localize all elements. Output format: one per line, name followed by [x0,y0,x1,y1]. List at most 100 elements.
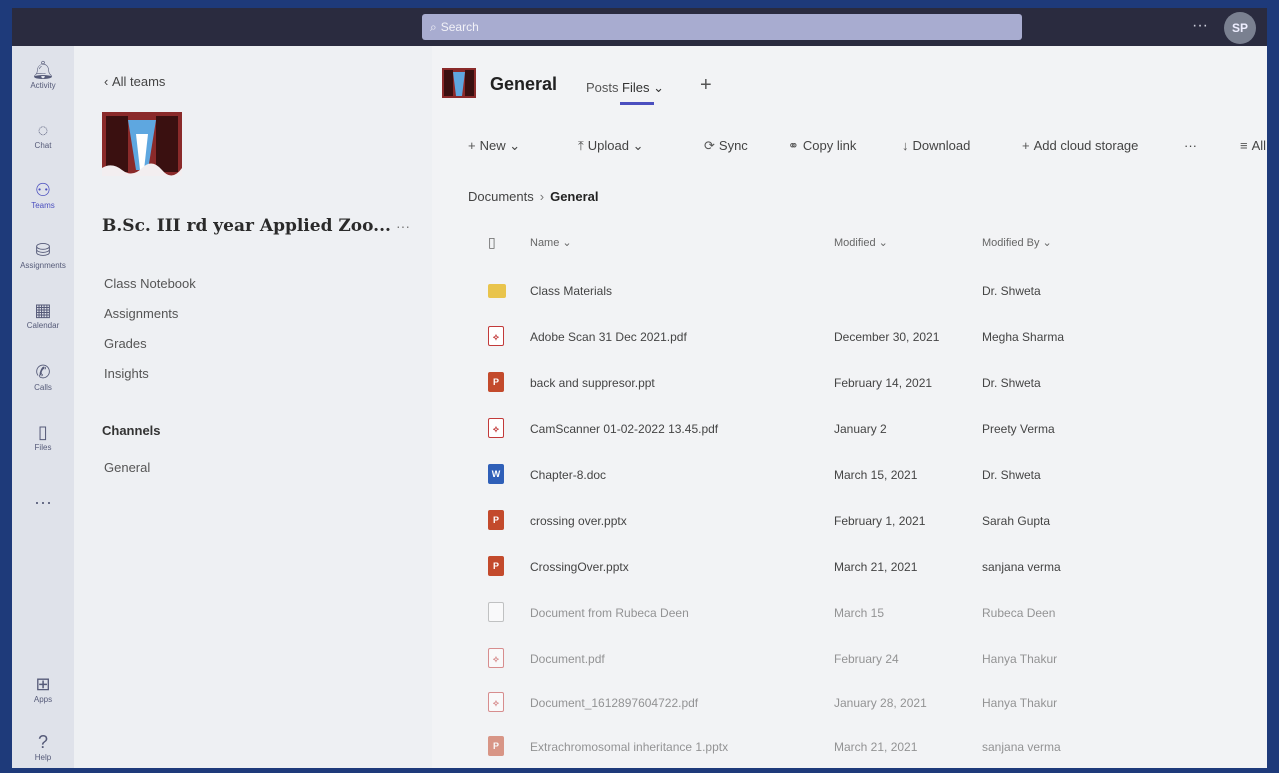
file-modified-by: sanjana verma [982,740,1061,754]
top-bar: ⌕ Search ··· SP [12,8,1267,46]
file-name[interactable]: Class Materials [530,284,612,298]
table-row[interactable]: Class Materials Dr. Shweta [432,270,1267,314]
file-name[interactable]: Chapter-8.doc [530,468,606,482]
table-row[interactable]: ⟡ Document_1612897604722.pdf January 28,… [432,682,1267,726]
file-name[interactable]: Document from Rubeca Deen [530,606,689,620]
search-input[interactable]: ⌕ Search [422,14,1022,40]
powerpoint-file-icon: P [488,556,504,576]
tab-files[interactable]: Files ⌄ [622,80,664,96]
file-modified-by: Dr. Shweta [982,468,1041,482]
pdf-file-icon: ⟡ [488,692,504,712]
file-name[interactable]: Extrachromosomal inheritance 1.pptx [530,740,728,754]
table-row[interactable]: P Extrachromosomal inheritance 1.pptx Ma… [432,726,1267,768]
download-label: Download [912,138,971,153]
view-all-button[interactable]: ≡ All [1240,138,1266,153]
file-modified-by: Preety Verma [982,422,1055,436]
tab-files-label: Files [622,80,650,95]
team-more-button[interactable]: ··· [396,218,410,234]
upload-button[interactable]: ⤒ Upload ⌄ [578,138,643,154]
file-name[interactable]: Adobe Scan 31 Dec 2021.pdf [530,330,687,344]
avatar[interactable]: SP [1224,12,1256,44]
file-modified: March 15 [834,606,885,620]
teams-window: ⌕ Search ··· SP 🔔︎ Activity ◌ Chat ⚇ Team… [12,8,1267,768]
rail-item-help[interactable]: ? Help [12,732,74,762]
nav-insights[interactable]: Insights [104,366,149,381]
rail-label: Assignments [20,261,66,270]
file-name[interactable]: CrossingOver.pptx [530,560,629,574]
assignments-icon: ⛁ [35,240,51,260]
new-label: New [479,138,506,153]
rail-item-calendar[interactable]: ▦ Calendar [12,300,74,330]
column-name[interactable]: Name ⌄ [530,236,572,249]
more-options-button[interactable]: ··· [1192,17,1208,35]
document-file-icon [488,602,504,622]
file-modified-by: Sarah Gupta [982,514,1051,528]
filter-icon: ≡ [1240,138,1248,153]
download-button[interactable]: ↓ Download [902,138,970,153]
add-tab-button[interactable]: + [700,74,712,97]
pdf-file-icon: ⟡ [488,326,504,346]
file-name[interactable]: back and suppresor.ppt [530,376,655,390]
breadcrumb-general: General [550,189,599,204]
rail-item-teams[interactable]: ⚇ Teams [12,180,74,210]
rail-item-assignments[interactable]: ⛁ Assignments [12,240,74,270]
column-name-label: Name [530,237,560,249]
all-teams-label: All teams [111,74,166,89]
new-button[interactable]: + New ⌄ [468,138,520,154]
nav-assignments[interactable]: Assignments [104,306,178,321]
upload-icon: ⤒ [578,138,584,153]
column-modified-by[interactable]: Modified By ⌄ [982,236,1052,249]
table-row[interactable]: ⟡ CamScanner 01-02-2022 13.45.pdf Januar… [432,408,1267,452]
add-cloud-storage-button[interactable]: + Add cloud storage [1022,138,1138,153]
rail-label: Calls [34,383,52,392]
copy-link-button[interactable]: ⚭ Copy link [788,138,856,154]
plus-icon: + [1022,138,1030,153]
table-row[interactable]: W Chapter-8.doc March 15, 2021 Dr. Shwet… [432,454,1267,498]
file-modified-by: Dr. Shweta [982,284,1041,298]
team-logo [102,112,182,176]
table-row[interactable]: ⟡ Adobe Scan 31 Dec 2021.pdf December 30… [432,316,1267,360]
channel-general[interactable]: General [104,460,150,475]
column-modified-by-label: Modified By [982,237,1040,249]
toolbar-more-button[interactable]: ··· [1184,138,1197,153]
file-name[interactable]: crossing over.pptx [530,514,627,528]
nav-class-notebook[interactable]: Class Notebook [104,276,196,291]
table-row[interactable]: Document from Rubeca Deen March 15 Rubec… [432,592,1267,636]
file-name[interactable]: Document.pdf [530,652,605,666]
rail-item-more[interactable]: ··· [12,492,74,512]
file-table-header: ▯ Name ⌄ Modified ⌄ Modified By ⌄ [432,234,1267,260]
file-name[interactable]: Document_1612897604722.pdf [530,696,698,710]
download-icon: ↓ [902,138,909,153]
nav-grades[interactable]: Grades [104,336,147,351]
table-row[interactable]: P CrossingOver.pptx March 21, 2021 sanja… [432,546,1267,590]
table-row[interactable]: P back and suppresor.ppt February 14, 20… [432,362,1267,406]
column-modified[interactable]: Modified ⌄ [834,236,888,249]
sync-label: Sync [718,138,748,153]
breadcrumb-documents[interactable]: Documents [468,189,534,204]
rail-item-files[interactable]: ▯ Files [12,422,74,452]
tab-posts[interactable]: Posts [586,80,619,95]
rail-item-apps[interactable]: ⊞ Apps [12,674,74,704]
table-row[interactable]: ⟡ Document.pdf February 24 Hanya Thakur [432,638,1267,682]
file-modified: February 24 [834,652,899,666]
rail-item-activity[interactable]: 🔔︎ Activity [12,60,74,90]
all-teams-link[interactable]: ‹ All teams [104,74,165,89]
file-name[interactable]: CamScanner 01-02-2022 13.45.pdf [530,422,718,436]
column-modified-label: Modified [834,237,876,249]
chevron-left-icon: ‹ [104,74,112,89]
file-modified: March 15, 2021 [834,468,918,482]
channel-logo [442,68,476,98]
tab-active-indicator [620,102,654,105]
app-rail: 🔔︎ Activity ◌ Chat ⚇ Teams ⛁ Assignments… [12,46,74,768]
powerpoint-file-icon: P [488,736,504,756]
rail-item-calls[interactable]: ✆ Calls [12,362,74,392]
file-modified: February 1, 2021 [834,514,926,528]
file-icon: ▯ [38,422,48,442]
view-all-label: All [1251,138,1267,153]
file-modified-by: Hanya Thakur [982,696,1058,710]
calendar-icon: ▦ [34,300,52,320]
rail-item-chat[interactable]: ◌ Chat [12,120,74,150]
table-row[interactable]: P crossing over.pptx February 1, 2021 Sa… [432,500,1267,544]
sync-button[interactable]: ⟳ Sync [704,138,748,154]
breadcrumb: Documents › General [468,189,599,204]
